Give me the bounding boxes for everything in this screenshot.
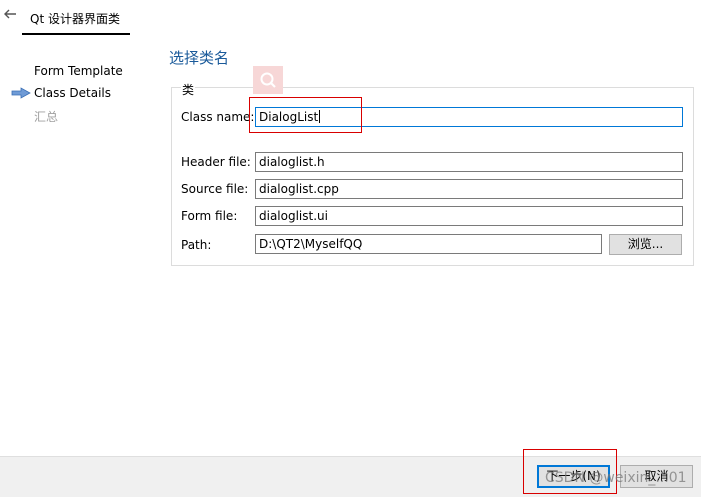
step-class-details: Class Details <box>34 86 111 100</box>
page-heading: 选择类名 <box>169 49 230 67</box>
step-form-template: Form Template <box>34 64 123 78</box>
search-overlay <box>253 66 283 94</box>
browse-button[interactable]: 浏览... <box>609 234 682 255</box>
wizard-title: Qt 设计器界面类 <box>30 12 120 26</box>
form-file-label: Form file: <box>181 209 238 223</box>
watermark: CSDN @weixin_...01 <box>545 470 687 486</box>
class-name-label: Class name: <box>181 110 255 124</box>
header-file-label: Header file: <box>181 155 251 169</box>
annotation-box-class-name <box>249 97 362 133</box>
search-icon <box>260 72 276 88</box>
form-file-input[interactable]: dialoglist.ui <box>255 206 683 226</box>
path-input[interactable]: D:\QT2\MyselfQQ <box>255 234 602 254</box>
source-file-label: Source file: <box>181 182 249 196</box>
current-step-arrow-icon <box>11 87 31 99</box>
header-file-input[interactable]: dialoglist.h <box>255 152 683 172</box>
source-file-input[interactable]: dialoglist.cpp <box>255 179 683 199</box>
back-arrow-icon[interactable] <box>2 6 18 22</box>
path-label: Path: <box>181 238 212 252</box>
title-underline <box>22 33 130 35</box>
step-summary: 汇总 <box>34 110 59 124</box>
groupbox-title: 类 <box>181 81 196 98</box>
